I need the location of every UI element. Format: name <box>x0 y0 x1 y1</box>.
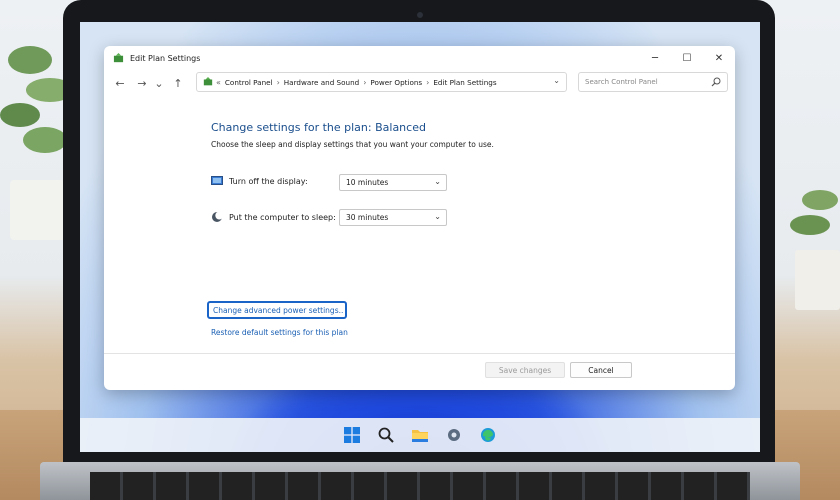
navigation-bar: ← → ⌄ ↑ « Control Panel › Hardware and S… <box>104 70 735 96</box>
save-changes-button[interactable]: Save changes <box>485 362 565 378</box>
edge-icon[interactable] <box>478 425 498 445</box>
cancel-button[interactable]: Cancel <box>570 362 632 378</box>
forward-button[interactable]: → <box>132 73 152 93</box>
display-timeout-value: 10 minutes <box>346 178 389 187</box>
page-title: Change settings for the plan: Balanced <box>211 121 426 134</box>
search-placeholder: Search Control Panel <box>585 78 658 86</box>
search-icon[interactable] <box>711 77 721 87</box>
back-button[interactable]: ← <box>110 73 130 93</box>
maximize-button[interactable]: ☐ <box>671 46 703 70</box>
file-explorer-icon[interactable] <box>410 425 430 445</box>
windows-start-icon[interactable] <box>342 425 362 445</box>
up-button[interactable]: ↑ <box>168 73 188 93</box>
window-controls: ─ ☐ ✕ <box>639 46 735 70</box>
chevron-right-icon: › <box>276 77 280 87</box>
search-input[interactable]: Search Control Panel <box>578 72 728 92</box>
address-bar[interactable]: « Control Panel › Hardware and Sound › P… <box>196 72 567 92</box>
taskbar <box>80 418 760 452</box>
breadcrumb-overflow[interactable]: « <box>216 78 221 87</box>
settings-icon[interactable] <box>444 425 464 445</box>
sleep-setting-label: Put the computer to sleep: <box>211 211 336 223</box>
title-bar: Edit Plan Settings ─ ☐ ✕ <box>104 46 735 70</box>
monitor-icon <box>211 176 223 185</box>
sleep-timeout-value: 30 minutes <box>346 213 389 222</box>
chevron-down-icon: ⌄ <box>434 177 441 186</box>
recent-locations-button[interactable]: ⌄ <box>152 73 166 93</box>
plant-decoration-right <box>790 190 840 310</box>
sleep-label: Put the computer to sleep: <box>229 212 336 222</box>
window-title: Edit Plan Settings <box>130 53 201 63</box>
display-timeout-select[interactable]: 10 minutes ⌄ <box>339 174 447 191</box>
content-area: Change settings for the plan: Balanced C… <box>104 96 735 390</box>
breadcrumb-control-panel[interactable]: Control Panel <box>225 78 273 87</box>
power-options-icon <box>113 52 124 62</box>
advanced-power-settings-link[interactable]: Change advanced power settings.. <box>207 301 347 319</box>
webcam <box>417 12 423 18</box>
moon-icon <box>212 211 223 222</box>
divider <box>104 353 735 354</box>
chevron-down-icon[interactable]: ⌄ <box>553 76 560 85</box>
close-button[interactable]: ✕ <box>703 46 735 70</box>
breadcrumb-power-options[interactable]: Power Options <box>370 78 422 87</box>
chevron-down-icon: ⌄ <box>434 212 441 221</box>
chevron-right-icon: › <box>363 77 367 87</box>
keyboard <box>90 472 750 500</box>
minimize-button[interactable]: ─ <box>639 46 671 70</box>
breadcrumb-edit-plan-settings[interactable]: Edit Plan Settings <box>433 78 496 87</box>
search-icon[interactable] <box>376 425 396 445</box>
edit-plan-settings-window: Edit Plan Settings ─ ☐ ✕ ← → ⌄ ↑ « Contr… <box>104 46 735 390</box>
display-label: Turn off the display: <box>229 176 308 186</box>
display-setting-label: Turn off the display: <box>211 176 308 186</box>
sleep-timeout-select[interactable]: 30 minutes ⌄ <box>339 209 447 226</box>
breadcrumb-hardware-and-sound[interactable]: Hardware and Sound <box>284 78 359 87</box>
control-panel-icon <box>203 77 213 86</box>
restore-defaults-link[interactable]: Restore default settings for this plan <box>211 328 348 337</box>
chevron-right-icon: › <box>426 77 430 87</box>
page-description: Choose the sleep and display settings th… <box>211 140 494 149</box>
